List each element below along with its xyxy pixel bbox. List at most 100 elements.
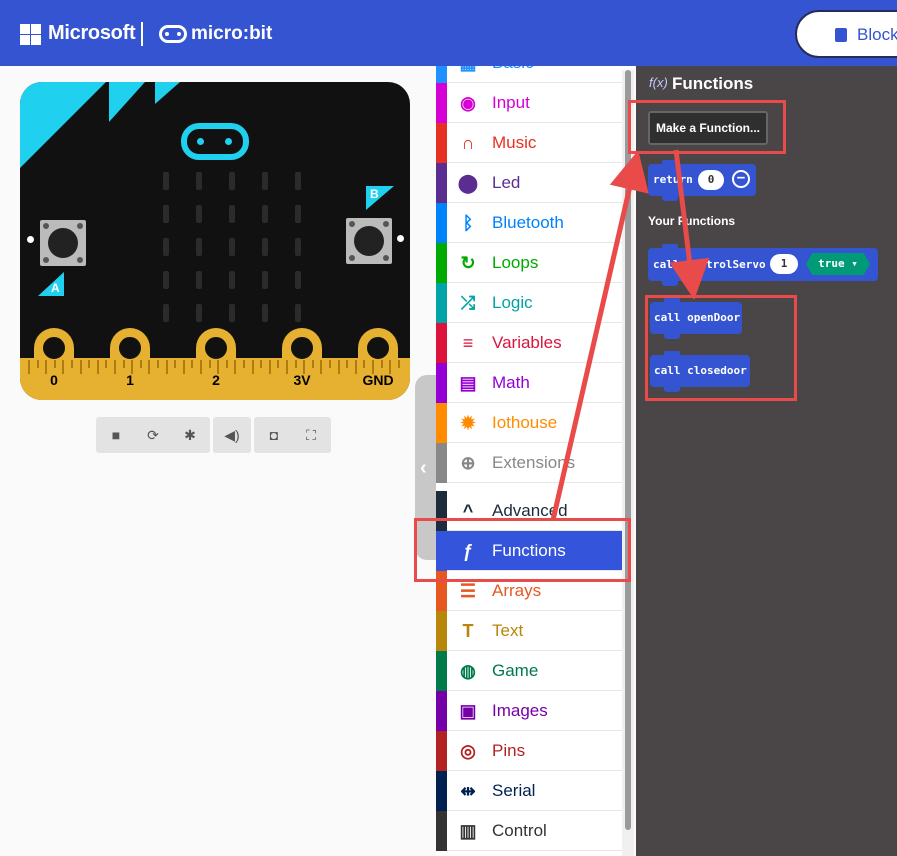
toolbox-category-math[interactable]: ▤ Math: [436, 363, 622, 403]
puzzle-icon: [835, 28, 847, 42]
blocks-label: Block: [857, 25, 897, 44]
edge-tick: [96, 360, 99, 374]
edge-tick: [79, 360, 82, 374]
toolbox-category-led[interactable]: ⬤ Led: [436, 163, 622, 203]
toolbox-category-extensions[interactable]: ⊕ Extensions: [436, 443, 622, 483]
return-value-input[interactable]: 0: [698, 170, 724, 190]
category-color-bar: [436, 363, 447, 403]
edge-tick: [243, 360, 245, 368]
toolbox-category-pins[interactable]: ◎ Pins: [436, 731, 622, 771]
stop-icon[interactable]: ■: [106, 427, 126, 443]
pin-3v: [282, 328, 322, 400]
refresh-icon: ↻: [460, 253, 476, 273]
blocks-editor-toggle[interactable]: Block: [795, 10, 897, 58]
edge-tick: [311, 360, 314, 368]
category-label: Variables: [492, 333, 562, 352]
edge-tick: [346, 360, 349, 368]
category-color-bar: [436, 123, 447, 163]
category-color-bar: [436, 771, 447, 811]
button-b-label: B: [370, 187, 379, 201]
mute-icon[interactable]: ◀): [222, 427, 242, 443]
target-icon: ◉: [460, 93, 476, 113]
toolbox-category-game[interactable]: ◍ Game: [436, 651, 622, 691]
gear-icon: ✹: [460, 413, 476, 433]
edge-tick: [71, 360, 73, 368]
toolbox-category-music[interactable]: ∩ Music: [436, 123, 622, 163]
category-label: Logic: [492, 293, 533, 312]
category-label: Images: [492, 701, 548, 720]
toolbox-category-variables[interactable]: ≡ Variables: [436, 323, 622, 363]
category-color-bar: [436, 611, 447, 651]
call-controlservo-block[interactable]: call controlServo 1 true ▾: [648, 244, 878, 286]
shuffle-icon: ⤮: [460, 293, 476, 313]
category-color-bar: [436, 403, 447, 443]
edge-tick: [329, 360, 331, 368]
toolbox-category-iothouse[interactable]: ✹ Iothouse: [436, 403, 622, 443]
microsoft-logo-icon: [20, 24, 41, 45]
category-color-bar: [436, 66, 447, 83]
toolbox-category-bluetooth[interactable]: ᛒ Bluetooth: [436, 203, 622, 243]
edge-tick: [53, 360, 56, 368]
category-label: Text: [492, 621, 524, 640]
edge-tick: [234, 360, 237, 374]
edge-tick: [191, 360, 194, 368]
minus-circle-icon[interactable]: −: [732, 170, 750, 188]
category-label: Input: [492, 93, 530, 112]
product-name[interactable]: micro:bit: [191, 23, 272, 45]
category-color-bar: [436, 323, 447, 363]
edge-tick: [277, 360, 280, 368]
edge-tick: [208, 360, 211, 368]
fullscreen-icon[interactable]: ⛶: [301, 427, 321, 443]
toolbox-category-input[interactable]: ◉ Input: [436, 83, 622, 123]
toolbox-category-serial[interactable]: ⇹ Serial: [436, 771, 622, 811]
image-icon: ▣: [459, 701, 477, 721]
toolbox-category-text[interactable]: T Text: [436, 611, 622, 651]
bool-dropdown[interactable]: true ▾: [806, 253, 870, 275]
toolbox-category-control[interactable]: ▥ Control: [436, 811, 622, 851]
toolbox-category-basic[interactable]: ▦ Basic: [436, 66, 622, 83]
edge-tick: [260, 360, 263, 368]
edge-tick: [122, 360, 125, 368]
screenshot-icon[interactable]: ◘: [264, 427, 284, 443]
text-icon: T: [462, 621, 474, 641]
edge-tick: [28, 360, 30, 374]
servo-arg-input[interactable]: 1: [770, 254, 798, 274]
highlight-functions-category: [414, 518, 631, 582]
return-block[interactable]: return 0 −: [648, 160, 756, 201]
toolbox-category-logic[interactable]: ⤮ Logic: [436, 283, 622, 323]
category-label: Loops: [492, 253, 539, 272]
edge-tick: [174, 360, 177, 368]
toolbox-category-loops[interactable]: ↻ Loops: [436, 243, 622, 283]
edge-tick: [380, 360, 383, 368]
toolbox-category-images[interactable]: ▣ Images: [436, 691, 622, 731]
pin-2[interactable]: [196, 328, 236, 400]
plus-circle-icon: ⊕: [460, 453, 476, 473]
edge-tick: [36, 360, 39, 368]
header-divider: [141, 22, 143, 46]
bool-value: true: [818, 257, 845, 270]
microsoft-brand: Microsoft: [48, 22, 136, 44]
edge-tick: [88, 360, 91, 368]
edge-tick: [320, 360, 323, 374]
category-label: Math: [492, 373, 530, 392]
edge-tick: [200, 360, 202, 374]
sim-control-group: ■ ⟳ ✱: [96, 417, 210, 453]
edge-tick: [337, 360, 340, 374]
restart-icon[interactable]: ⟳: [143, 427, 163, 443]
category-color-bar: [436, 83, 447, 123]
edge-tick: [105, 360, 108, 368]
microbit-simulator[interactable]: A B 0 1 2 3V GND: [20, 82, 410, 400]
category-label: Control: [492, 821, 547, 840]
debug-icon[interactable]: ✱: [180, 427, 200, 443]
category-label: Extensions: [492, 453, 576, 472]
chevron-left-icon: ‹: [420, 457, 427, 479]
edge-tick: [363, 360, 366, 368]
toolbox-scrollbar-thumb[interactable]: [625, 70, 631, 830]
pin-1[interactable]: [110, 328, 150, 400]
bluetooth-icon: ᛒ: [462, 213, 474, 233]
call-block-text: call controlServo: [653, 258, 766, 271]
app-header: Microsoft micro:bit Block: [0, 0, 897, 66]
category-label: Game: [492, 661, 539, 680]
edge-tick: [165, 360, 168, 374]
category-label: Iothouse: [492, 413, 558, 432]
